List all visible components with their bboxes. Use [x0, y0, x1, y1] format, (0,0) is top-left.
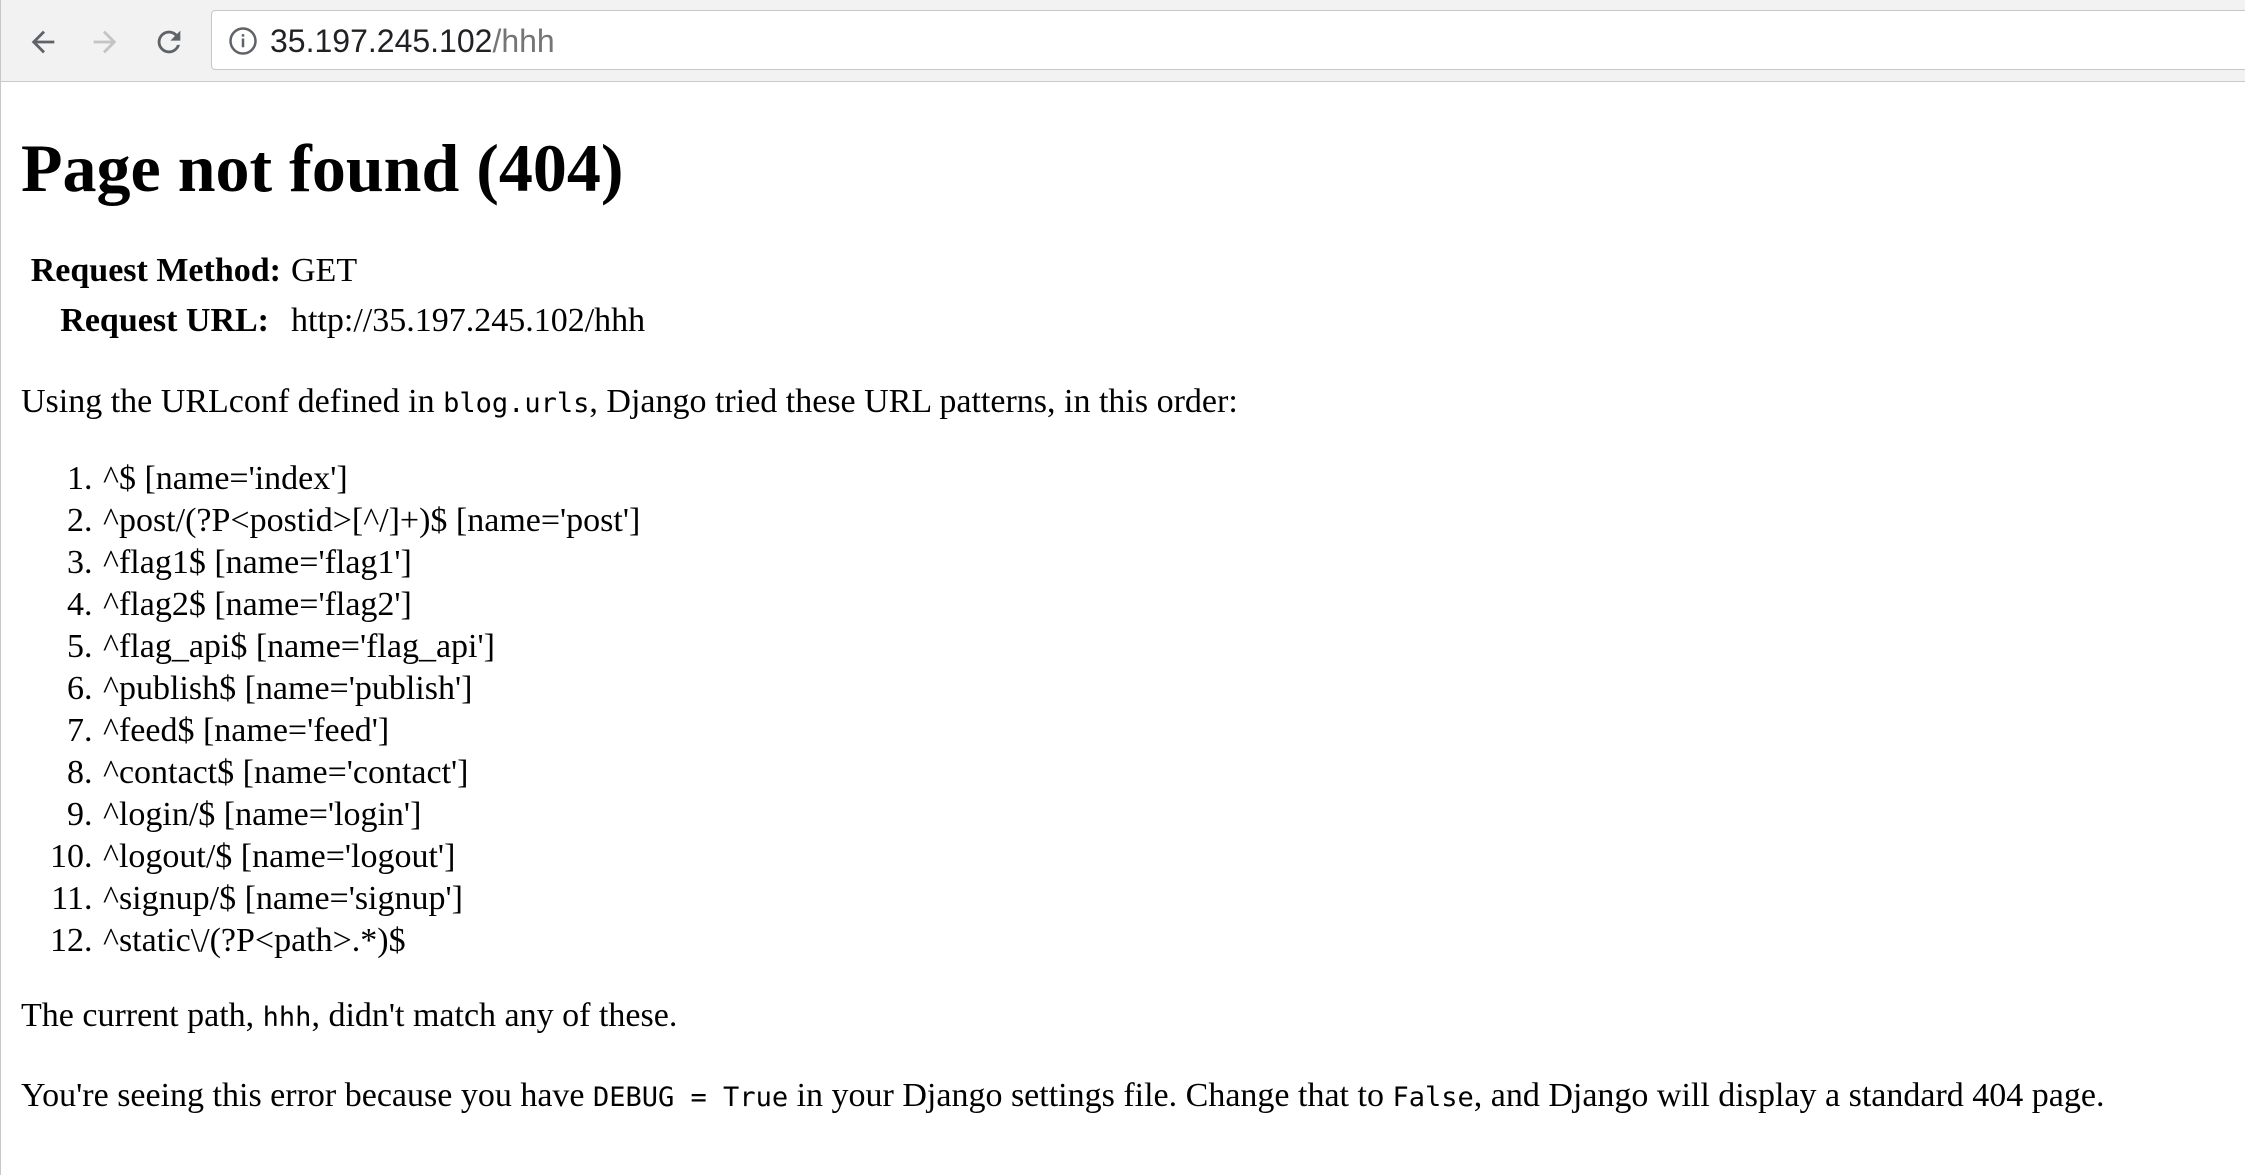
debug-notice-part2: in your Django settings file. Change tha…: [788, 1077, 1393, 1114]
debug-notice-part3: , and Django will display a standard 404…: [1473, 1077, 2105, 1114]
urlconf-suffix: , Django tried these URL patterns, in th…: [589, 383, 1238, 420]
forward-button[interactable]: [77, 14, 133, 70]
url-pattern-list: ^$ [name='index'] ^post/(?P<postid>[^/]+…: [21, 458, 2231, 962]
request-summary: Request Method: GET Request URL: http://…: [21, 246, 2231, 346]
debug-notice-part1: You're seeing this error because you hav…: [21, 1077, 594, 1114]
reload-button[interactable]: [141, 14, 197, 70]
url-host: 35.197.245.102: [270, 23, 493, 59]
request-url-value: http://35.197.245.102/hhh: [291, 302, 646, 339]
debug-notice: You're seeing this error because you hav…: [21, 1074, 2231, 1120]
url-text[interactable]: 35.197.245.102/hhh: [270, 23, 555, 59]
info-icon[interactable]: [228, 26, 258, 56]
urlconf-intro: Using the URLconf defined in blog.urls, …: [21, 380, 2231, 426]
url-pattern-item: ^post/(?P<postid>[^/]+)$ [name='post']: [101, 500, 2231, 542]
request-method-row: Request Method: GET: [21, 246, 2231, 296]
request-method-label: Request Method:: [30, 252, 281, 289]
current-path-message: The current path, hhh, didn't match any …: [21, 994, 2231, 1040]
false-value-code: False: [1392, 1082, 1474, 1113]
url-pattern-item: ^signup/$ [name='signup']: [101, 878, 2231, 920]
urlconf-module: blog.urls: [443, 388, 590, 419]
page-title: Page not found (404): [21, 130, 624, 206]
urlconf-prefix: Using the URLconf defined in: [21, 383, 444, 420]
url-pattern-item: ^$ [name='index']: [101, 458, 2231, 500]
url-pattern-item: ^feed$ [name='feed']: [101, 710, 2231, 752]
url-pattern-item: ^logout/$ [name='logout']: [101, 836, 2231, 878]
back-button[interactable]: [15, 14, 71, 70]
url-path: /hhh: [492, 23, 555, 59]
url-pattern-item: ^publish$ [name='publish']: [101, 668, 2231, 710]
arrow-right-icon: [93, 30, 117, 54]
arrow-left-icon: [31, 30, 55, 54]
request-url-label: Request URL:: [60, 302, 269, 339]
current-path-suffix: , didn't match any of these.: [311, 997, 678, 1034]
url-pattern-item: ^static\/(?P<path>.*)$: [101, 920, 2231, 962]
request-method-value: GET: [291, 252, 358, 289]
reload-icon: [157, 30, 181, 54]
url-pattern-item: ^flag1$ [name='flag1']: [101, 542, 2231, 584]
address-bar[interactable]: 35.197.245.102/hhh: [211, 10, 2245, 70]
url-pattern-item: ^login/$ [name='login']: [101, 794, 2231, 836]
url-pattern-item: ^contact$ [name='contact']: [101, 752, 2231, 794]
url-pattern-item: ^flag_api$ [name='flag_api']: [101, 626, 2231, 668]
url-pattern-item: ^flag2$ [name='flag2']: [101, 584, 2231, 626]
current-path-value: hhh: [262, 1002, 312, 1033]
page-content: Page not found (404) Request Method: GET…: [21, 82, 2231, 1120]
debug-setting-code: DEBUG = True: [593, 1082, 789, 1113]
browser-toolbar: 35.197.245.102/hhh: [1, 0, 2245, 82]
request-url-row: Request URL: http://35.197.245.102/hhh: [21, 296, 2231, 346]
current-path-prefix: The current path,: [21, 997, 263, 1034]
